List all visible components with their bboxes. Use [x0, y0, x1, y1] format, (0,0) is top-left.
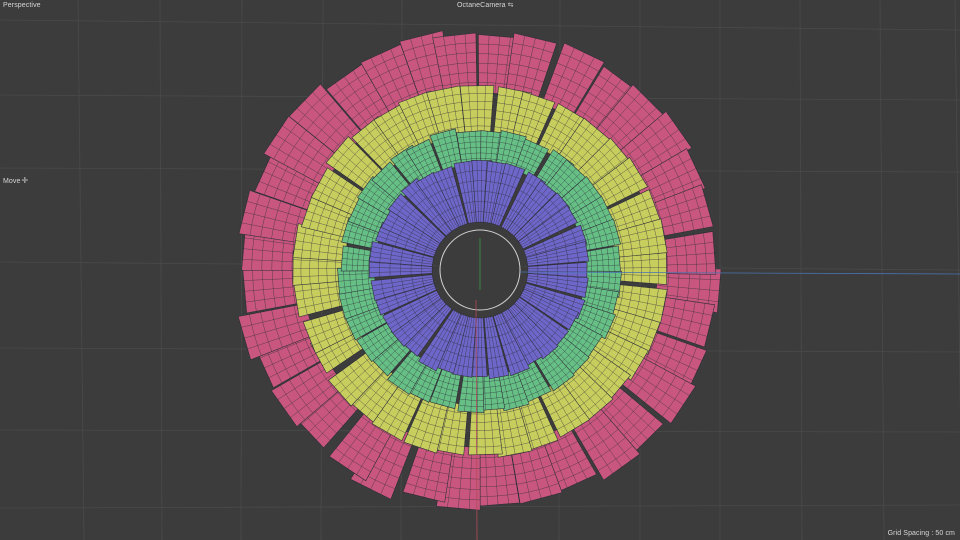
- grid-line: [77, 0, 85, 540]
- mesh-panel[interactable]: [468, 404, 503, 456]
- viewport-scene[interactable]: [0, 0, 960, 540]
- grid-line: [159, 0, 163, 540]
- grid-line: [879, 0, 885, 540]
- view-name-label[interactable]: Perspective: [3, 2, 41, 10]
- camera-menu[interactable]: OctaneCamera ⇆: [457, 2, 514, 10]
- grid-spacing-label: Grid Spacing : 50 cm: [887, 530, 955, 537]
- tool-name-label: Move: [3, 178, 21, 185]
- 3d-viewport[interactable]: Perspective OctaneCamera ⇆ Move✛ Grid Spa…: [0, 0, 960, 540]
- camera-link-icon[interactable]: ⇆: [508, 2, 514, 10]
- grid-line: [799, 0, 803, 540]
- active-tool-indicator: Move✛: [3, 177, 28, 186]
- grid-line: [0, 19, 960, 31]
- camera-name-label: OctaneCamera: [457, 2, 506, 9]
- move-cross-icon: ✛: [21, 176, 29, 185]
- mesh-panel[interactable]: [457, 374, 485, 414]
